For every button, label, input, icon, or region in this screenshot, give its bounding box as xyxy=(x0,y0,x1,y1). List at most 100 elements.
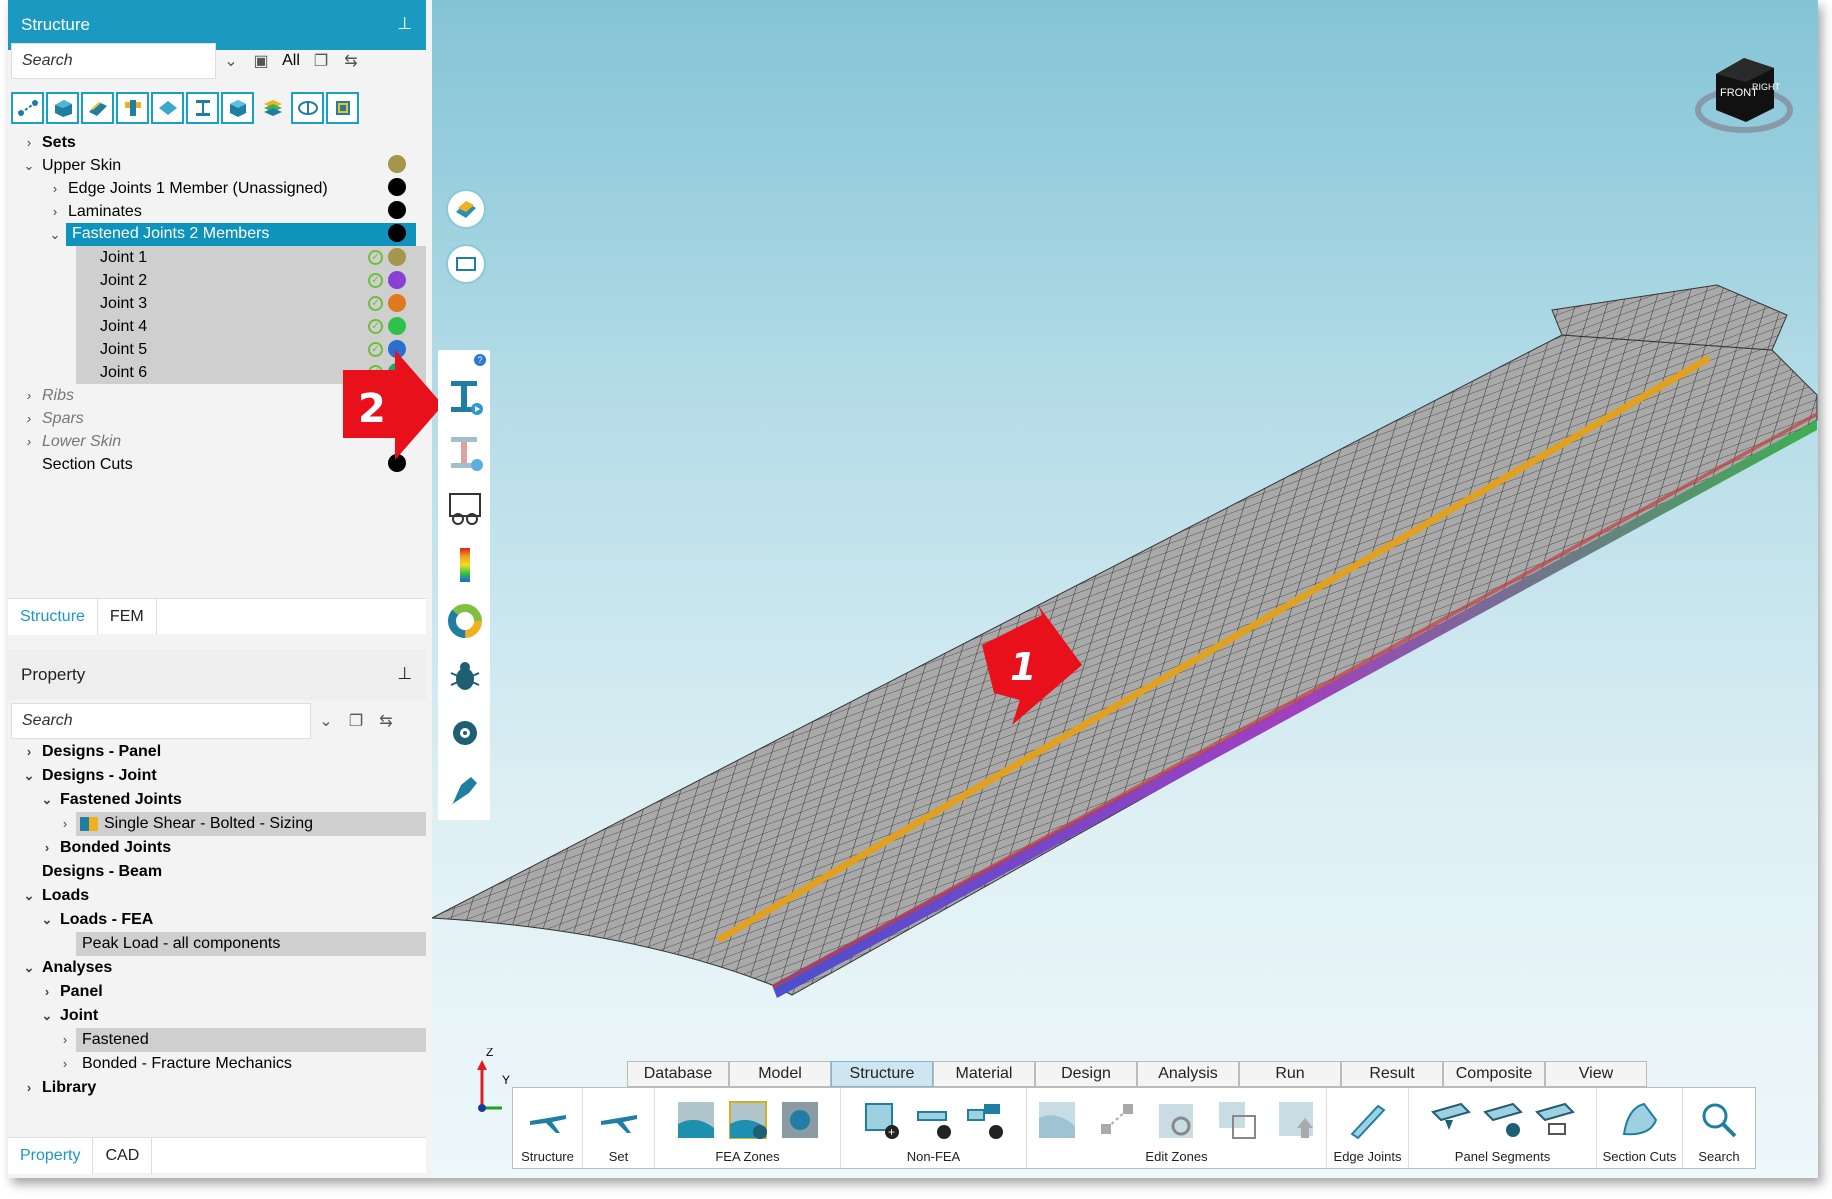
section-cuts-icon[interactable] xyxy=(1620,1100,1660,1140)
chevron-right-icon[interactable]: › xyxy=(56,816,74,831)
ribbon-group-structure[interactable]: Structure xyxy=(513,1088,583,1168)
tree-item-analyses[interactable]: ⌄ Analyses xyxy=(20,956,113,979)
rectangle-view-button[interactable] xyxy=(446,244,486,284)
tree-item-loads-fea[interactable]: ⌄ Loads - FEA xyxy=(38,908,154,931)
chevron-down-icon[interactable]: ⌄ xyxy=(311,711,341,731)
chevron-down-icon[interactable]: ⌄ xyxy=(38,792,56,808)
chevron-down-icon[interactable]: ⌄ xyxy=(20,158,38,174)
pin-icon[interactable]: ⊥ xyxy=(397,14,412,34)
tree-item-bonded-joints[interactable]: › Bonded Joints xyxy=(38,836,171,859)
tree-item-joint-6[interactable]: Joint 6 xyxy=(100,361,147,384)
tab-result[interactable]: Result xyxy=(1341,1061,1443,1087)
tab-cad[interactable]: CAD xyxy=(93,1138,153,1174)
tree-item-designs-panel[interactable]: › Designs - Panel xyxy=(20,740,161,763)
donut-chart-icon[interactable] xyxy=(446,602,484,640)
chip-filter-icon[interactable] xyxy=(326,92,359,124)
wing-mesh-model[interactable] xyxy=(432,0,1818,1178)
panel-segment-auto-icon[interactable] xyxy=(1482,1100,1523,1140)
tree-item-fastened-joints[interactable]: ⌄ Fastened Joints xyxy=(38,788,182,811)
ribbon-group-section-cuts[interactable]: Section Cuts xyxy=(1597,1088,1683,1168)
chevron-right-icon[interactable]: › xyxy=(20,411,38,426)
add-panel-icon[interactable]: + xyxy=(862,1100,902,1140)
tree-item-panel[interactable]: › Panel xyxy=(38,980,103,1003)
layers-view-button[interactable] xyxy=(446,189,486,229)
tree-item-designs-beam[interactable]: Designs - Beam xyxy=(42,860,162,883)
property-search-input[interactable]: Search xyxy=(11,703,311,739)
tree-item-bonded-fracture[interactable]: › Bonded - Fracture Mechanics xyxy=(56,1052,292,1075)
tab-design[interactable]: Design xyxy=(1035,1061,1137,1087)
tab-analysis[interactable]: Analysis xyxy=(1137,1061,1239,1087)
section-filter-icon[interactable] xyxy=(291,92,324,124)
tree-item-loads[interactable]: ⌄ Loads xyxy=(20,884,90,907)
tab-run[interactable]: Run xyxy=(1239,1061,1341,1087)
chevron-right-icon[interactable]: › xyxy=(38,984,56,999)
tree-item-joint-5[interactable]: Joint 5 xyxy=(100,338,147,361)
chevron-down-icon[interactable]: ⌄ xyxy=(46,227,64,243)
tree-item-upper-skin[interactable]: ⌄ Upper Skin xyxy=(20,154,122,177)
swap-icon[interactable]: ⇆ xyxy=(371,711,401,731)
swap-icon[interactable]: ⇆ xyxy=(336,51,366,71)
joint-filter-icon[interactable] xyxy=(116,92,149,124)
grid-zone-icon[interactable] xyxy=(1217,1100,1257,1140)
color-dot[interactable] xyxy=(388,271,406,289)
color-dot[interactable] xyxy=(388,178,406,196)
split-zone-icon[interactable] xyxy=(1097,1100,1137,1140)
tree-item-joint-3[interactable]: Joint 3 xyxy=(100,292,147,315)
pen-icon[interactable] xyxy=(446,770,484,808)
box-filter-icon[interactable] xyxy=(221,92,254,124)
color-dot[interactable] xyxy=(388,317,406,335)
tree-item-laminates[interactable]: › Laminates xyxy=(46,200,142,223)
tree-item-joint-2[interactable]: Joint 2 xyxy=(100,269,147,292)
fea-zone-settings-icon[interactable] xyxy=(780,1100,820,1140)
tab-view[interactable]: View xyxy=(1545,1061,1647,1087)
chevron-down-icon[interactable]: ⌄ xyxy=(20,960,38,976)
chevron-right-icon[interactable]: › xyxy=(38,840,56,855)
panel-segment-icon[interactable] xyxy=(1430,1100,1471,1140)
chevron-down-icon[interactable]: ⌄ xyxy=(20,888,38,904)
chevron-right-icon[interactable]: › xyxy=(20,434,38,449)
tree-item-library[interactable]: › Library xyxy=(20,1076,96,1099)
bug-icon[interactable] xyxy=(446,658,484,696)
airplane-set-icon[interactable] xyxy=(599,1100,639,1140)
tab-structure[interactable]: Structure xyxy=(8,599,98,635)
ribbon-group-edge-joints[interactable]: Edge Joints xyxy=(1327,1088,1409,1168)
export-zone-icon[interactable] xyxy=(1277,1100,1317,1140)
tree-item-joint-1[interactable]: Joint 1 xyxy=(100,246,147,269)
tab-database[interactable]: Database xyxy=(627,1061,729,1087)
tree-item-joint[interactable]: ⌄ Joint xyxy=(38,1004,99,1027)
color-dot[interactable] xyxy=(388,155,406,173)
chevron-right-icon[interactable]: › xyxy=(56,1032,74,1047)
solid-filter-icon[interactable] xyxy=(46,92,79,124)
color-dot[interactable] xyxy=(388,248,406,266)
chevron-right-icon[interactable]: › xyxy=(46,204,64,219)
chevron-right-icon[interactable]: › xyxy=(20,1080,38,1095)
chevron-down-icon[interactable]: ⌄ xyxy=(38,912,56,928)
3d-viewport[interactable]: FRONT RIGHT Z Y 1 xyxy=(432,0,1818,1178)
tree-item-ribs[interactable]: › Ribs xyxy=(20,384,74,407)
ribbon-group-search[interactable]: Search xyxy=(1683,1088,1755,1168)
fea-zone-auto-icon[interactable] xyxy=(728,1100,768,1140)
airplane-icon[interactable] xyxy=(528,1100,568,1140)
tree-item-spars[interactable]: › Spars xyxy=(20,407,84,430)
tree-item-sets[interactable]: › Sets xyxy=(20,131,76,154)
add-joint-icon[interactable] xyxy=(966,1100,1006,1140)
refresh-zone-icon[interactable] xyxy=(1157,1100,1197,1140)
collapse-all-icon[interactable]: ❐ xyxy=(341,711,371,731)
ribbon-group-set[interactable]: Set xyxy=(583,1088,655,1168)
cube-filter-icon[interactable]: ▣ xyxy=(246,51,276,71)
chevron-down-icon[interactable]: ⌄ xyxy=(38,1008,56,1024)
fea-zone-icon[interactable] xyxy=(676,1100,716,1140)
edge-joints-icon[interactable] xyxy=(1348,1100,1388,1140)
tree-item-designs-joint[interactable]: ⌄ Designs - Joint xyxy=(20,764,157,787)
panel-segment-edit-icon[interactable] xyxy=(1534,1100,1575,1140)
panel-filter-icon[interactable] xyxy=(151,92,184,124)
tree-item-lower-skin[interactable]: › Lower Skin xyxy=(20,430,121,453)
color-dot[interactable] xyxy=(388,294,406,312)
tree-item-fastened-joints[interactable]: ⌄ Fastened Joints 2 Members xyxy=(46,223,426,246)
tree-item-section-cuts[interactable]: Section Cuts xyxy=(42,453,133,476)
search-icon[interactable] xyxy=(1699,1100,1739,1140)
filter-all-label[interactable]: All xyxy=(276,52,306,70)
beam-filter-icon[interactable] xyxy=(186,92,219,124)
chevron-right-icon[interactable]: › xyxy=(46,181,64,196)
tab-property[interactable]: Property xyxy=(8,1138,94,1174)
